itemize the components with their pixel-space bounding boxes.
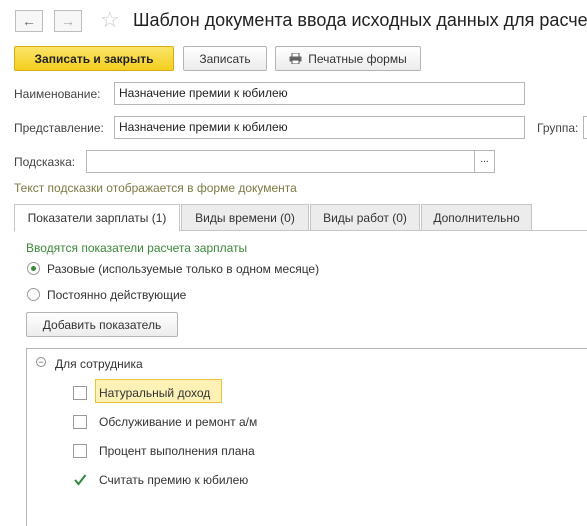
radio-one-time-label[interactable]: Разовые (используемые только в одном мес… <box>47 262 319 276</box>
group-label: Группа: <box>537 121 579 135</box>
item-label[interactable]: Считать премию к юбилею <box>99 473 248 487</box>
indicators-caption: Вводятся показатели расчета зарплаты <box>26 241 248 255</box>
item-label[interactable]: Процент выполнения плана <box>99 444 255 458</box>
indicators-tree <box>26 348 587 526</box>
radio-permanent[interactable] <box>27 288 40 301</box>
save-button[interactable]: Записать <box>183 46 267 71</box>
arrow-right-icon: → <box>61 13 75 29</box>
checkmark-icon <box>74 474 87 486</box>
hint-select-button[interactable]: ... <box>474 150 495 173</box>
presentation-field[interactable]: Назначение премии к юбилею <box>114 116 525 139</box>
print-forms-button[interactable]: Печатные формы <box>275 46 421 71</box>
forward-button[interactable]: → <box>54 10 82 32</box>
hint-field[interactable] <box>86 150 475 173</box>
hint-label: Подсказка: <box>14 155 76 169</box>
item-checkbox[interactable] <box>73 386 87 400</box>
name-field[interactable]: Назначение премии к юбилею <box>114 82 525 105</box>
tab-time-types[interactable]: Виды времени (0) <box>181 204 309 231</box>
radio-one-time[interactable] <box>27 262 40 275</box>
collapse-icon[interactable]: − <box>36 357 46 367</box>
printer-icon <box>289 52 302 65</box>
name-label: Наименование: <box>14 87 101 101</box>
radio-permanent-label[interactable]: Постоянно действующие <box>47 288 186 302</box>
save-and-close-button[interactable]: Записать и закрыть <box>14 46 174 71</box>
favorite-star-icon[interactable]: ☆ <box>100 7 120 33</box>
item-checkbox[interactable] <box>73 444 87 458</box>
radio-selected-dot <box>31 266 36 271</box>
tab-additional[interactable]: Дополнительно <box>421 204 532 231</box>
window-title: Шаблон документа ввода исходных данных д… <box>133 10 587 30</box>
tree-group-label: Для сотрудника <box>55 357 143 371</box>
arrow-left-icon: ← <box>22 13 36 29</box>
back-button[interactable]: ← <box>15 10 43 32</box>
item-label[interactable]: Натуральный доход <box>99 386 210 400</box>
tab-salary-indicators[interactable]: Показатели зарплаты (1) <box>14 204 180 232</box>
item-checkbox-checked[interactable] <box>73 473 87 487</box>
tab-work-types[interactable]: Виды работ (0) <box>310 204 420 231</box>
item-label[interactable]: Обслуживание и ремонт а/м <box>99 415 257 429</box>
item-checkbox[interactable] <box>73 415 87 429</box>
add-indicator-button[interactable]: Добавить показатель <box>26 312 178 337</box>
hint-note: Текст подсказки отображается в форме док… <box>14 181 297 195</box>
presentation-label: Представление: <box>14 121 104 135</box>
group-field[interactable] <box>583 116 587 139</box>
print-forms-label: Печатные формы <box>308 51 407 66</box>
